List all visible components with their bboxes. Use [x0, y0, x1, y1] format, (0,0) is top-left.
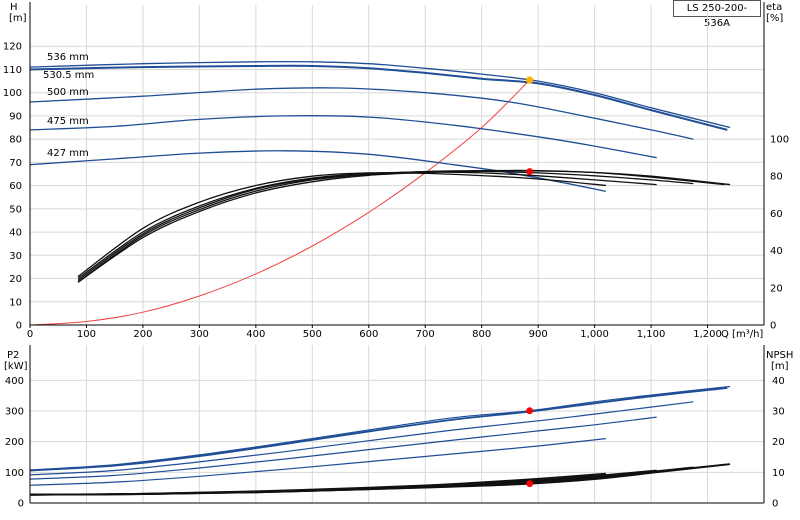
- power-tick-label: 300: [5, 407, 24, 418]
- power-tick-label: 100: [5, 468, 24, 479]
- power-curve: [29, 438, 606, 486]
- head-curve: [29, 64, 728, 131]
- power-axis-label: P2: [7, 350, 19, 361]
- efficiency-curve: [77, 169, 731, 283]
- x-tick-label: 400: [246, 329, 265, 340]
- power-tick-label: 0: [18, 499, 24, 510]
- x-tick-label: 1,000: [580, 329, 609, 340]
- duty-point-head-marker: [526, 76, 534, 84]
- head-tick-label: 70: [9, 158, 22, 169]
- eta-axis-label: eta: [766, 2, 782, 13]
- x-tick-label: 700: [416, 329, 435, 340]
- head-tick-label: 0: [16, 321, 22, 332]
- head-tick-label: 110: [3, 65, 22, 76]
- npsh-axis-unit: [m]: [771, 361, 789, 372]
- axis-text: 0 100 200 300 400 500 600 700 800 900 1,000 1,100 1,…: [3, 42, 789, 510]
- npsh-tick-label: 30: [772, 407, 785, 418]
- x-tick-label: 200: [133, 329, 152, 340]
- head-tick-label: 50: [9, 204, 22, 215]
- npsh-tick-label: 40: [772, 376, 785, 387]
- lower-curves: [29, 385, 731, 496]
- power-curve: [29, 387, 728, 472]
- head-tick-label: 100: [3, 88, 22, 99]
- x-tick-label: 1,100: [637, 329, 666, 340]
- pump-performance-chart: 0 100 200 300 400 500 600 700 800 900 1,000 1,100 1,…: [3, 2, 793, 510]
- eta-tick-label: 80: [770, 172, 783, 183]
- curve-label-475: 475 mm: [47, 116, 89, 127]
- eta-tick-label: 100: [770, 135, 789, 146]
- head-tick-label: 90: [9, 111, 22, 122]
- npsh-tick-label: 20: [772, 437, 785, 448]
- eta-tick-label: 60: [770, 209, 783, 220]
- curve-label-530-5: 530.5 mm: [43, 70, 94, 81]
- duty-point-npsh-marker: [526, 480, 534, 488]
- upper-grid: [30, 5, 764, 326]
- system-curve: [29, 79, 531, 326]
- curve-label-500: 500 mm: [47, 87, 89, 98]
- duty-point-power-marker: [526, 407, 534, 415]
- power-tick-label: 400: [5, 376, 24, 387]
- x-tick-label: 900: [529, 329, 548, 340]
- x-tick-label: 1,200: [693, 329, 722, 340]
- eta-tick-label: 0: [770, 321, 776, 332]
- x-tick-label: 800: [472, 329, 491, 340]
- head-tick-label: 120: [3, 42, 22, 53]
- head-tick-label: 20: [9, 274, 22, 285]
- head-tick-label: 10: [9, 297, 22, 308]
- x-tick-label: 100: [77, 329, 96, 340]
- upper-curves: [29, 60, 731, 326]
- eta-tick-label: 40: [770, 246, 783, 257]
- head-tick-label: 80: [9, 135, 22, 146]
- x-tick-label: 600: [359, 329, 378, 340]
- lower-grid: [30, 345, 764, 504]
- head-axis-unit: [m]: [9, 13, 27, 24]
- efficiency-curve: [77, 170, 725, 283]
- head-tick-label: 30: [9, 251, 22, 262]
- head-tick-label: 60: [9, 181, 22, 192]
- npsh-axis-label: NPSH: [766, 350, 793, 361]
- flow-axis-label: Q [m³/h]: [721, 329, 763, 340]
- curve-label-427: 427 mm: [47, 148, 89, 159]
- x-tick-label: 300: [190, 329, 209, 340]
- eta-tick-label: 20: [770, 283, 783, 294]
- head-curve: [29, 115, 657, 159]
- power-axis-unit: [kW]: [4, 361, 28, 372]
- duty-point-eta-marker: [526, 168, 534, 175]
- x-tick-label: 0: [27, 329, 33, 340]
- efficiency-curve: [77, 171, 657, 280]
- npsh-tick-label: 10: [772, 468, 785, 479]
- npsh-tick-label: 0: [772, 499, 778, 510]
- head-axis-label: H: [10, 2, 18, 13]
- efficiency-curve: [77, 170, 694, 281]
- power-tick-label: 200: [5, 437, 24, 448]
- head-tick-label: 40: [9, 228, 22, 239]
- npsh-curve: [29, 469, 657, 496]
- eta-axis-unit: [%]: [766, 13, 783, 24]
- curve-label-536: 536 mm: [47, 52, 89, 63]
- x-tick-label: 500: [303, 329, 322, 340]
